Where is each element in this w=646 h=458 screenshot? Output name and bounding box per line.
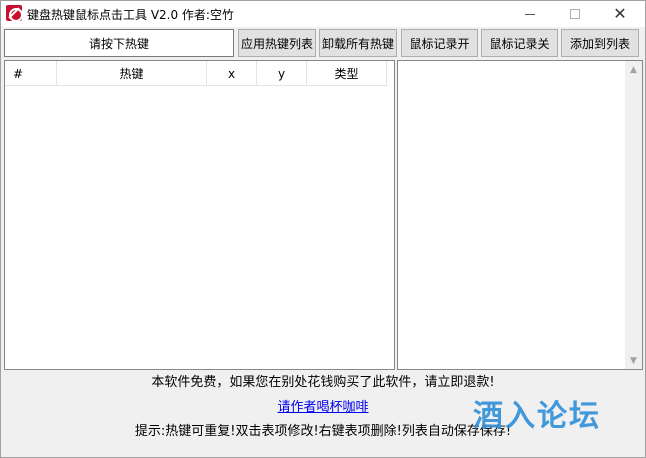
list-header: # 热键 x y 类型	[5, 61, 388, 86]
title-bar[interactable]: 键盘热键鼠标点击工具 V2.0 作者:空竹 ✕	[1, 1, 645, 27]
vertical-scrollbar[interactable]: ▲ ▼	[625, 61, 642, 369]
app-icon	[6, 5, 23, 22]
scroll-down-icon[interactable]: ▼	[625, 352, 642, 369]
column-header-hotkey[interactable]: 热键	[57, 61, 207, 86]
minimize-icon	[525, 13, 535, 15]
column-header-type[interactable]: 类型	[307, 61, 387, 86]
mouse-record-off-button[interactable]: 鼠标记录关	[481, 29, 558, 57]
free-software-notice: 本软件免费，如果您在别处花钱购买了此软件，请立即退款!	[151, 375, 495, 390]
mouse-record-on-button[interactable]: 鼠标记录开	[401, 29, 478, 57]
close-icon: ✕	[613, 4, 627, 23]
close-button[interactable]: ✕	[597, 1, 643, 27]
column-header-y[interactable]: y	[257, 61, 307, 86]
apply-hotkeys-button[interactable]: 应用热键列表	[238, 29, 316, 57]
column-header-x[interactable]: x	[207, 61, 257, 86]
window-title: 键盘热键鼠标点击工具 V2.0 作者:空竹	[27, 8, 234, 22]
column-header-number[interactable]: #	[5, 61, 57, 86]
usage-hint: 提示:热键可重复!双击表项修改!右键表项删除!列表自动保存保存!	[134, 424, 512, 439]
minimize-button[interactable]	[507, 1, 553, 27]
add-to-list-button[interactable]: 添加到列表	[561, 29, 639, 57]
hotkey-list[interactable]: # 热键 x y 类型	[4, 60, 395, 370]
log-text-area[interactable]: ▲ ▼	[397, 60, 643, 370]
buy-coffee-link[interactable]: 请作者喝杯咖啡	[1, 396, 645, 415]
unload-hotkeys-button[interactable]: 卸载所有热键	[319, 29, 397, 57]
app-window: 键盘热键鼠标点击工具 V2.0 作者:空竹 ✕ 请按下热键 应用热键列表 卸载所…	[0, 0, 646, 458]
scroll-up-icon[interactable]: ▲	[625, 61, 642, 78]
maximize-button[interactable]	[552, 1, 598, 27]
maximize-icon	[570, 9, 580, 19]
hotkey-capture-field[interactable]: 请按下热键	[4, 29, 234, 57]
